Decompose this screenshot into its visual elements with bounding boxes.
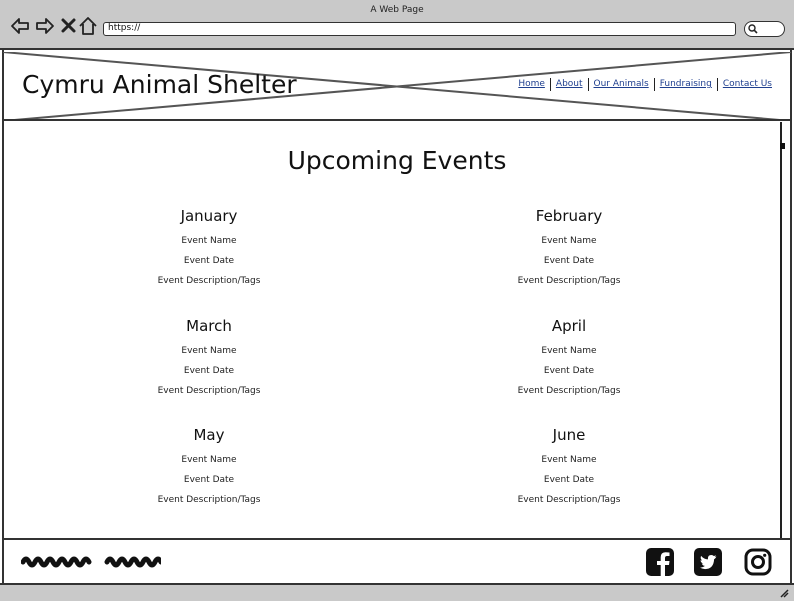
home-button[interactable] xyxy=(78,16,98,36)
event-description: Event Description/Tags xyxy=(517,386,621,396)
main-nav: Home About Our Animals Fundraising Conta… xyxy=(513,78,777,91)
event-name: Event Name xyxy=(541,346,597,356)
facebook-icon[interactable] xyxy=(645,547,675,577)
nav-link-contact-us[interactable]: Contact Us xyxy=(716,78,777,91)
event-name: Event Name xyxy=(181,346,237,356)
stop-button[interactable] xyxy=(59,16,79,36)
arrow-left-icon xyxy=(11,18,29,34)
search-icon xyxy=(748,24,758,34)
month-heading: April xyxy=(551,317,587,335)
month-section-march: March Event Name Event Date Event Descri… xyxy=(89,317,329,396)
nav-link-fundraising[interactable]: Fundraising xyxy=(653,78,717,91)
event-date: Event Date xyxy=(543,366,595,376)
resize-grip-icon[interactable] xyxy=(779,588,789,598)
page-title: Upcoming Events xyxy=(287,146,507,175)
browser-search-button[interactable] xyxy=(744,21,785,37)
month-heading: January xyxy=(180,207,238,225)
scrollbar-thumb[interactable] xyxy=(780,143,785,149)
arrow-right-icon xyxy=(36,18,54,34)
site-title: Cymru Animal Shelter xyxy=(22,70,297,99)
month-section-may: May Event Name Event Date Event Descript… xyxy=(89,426,329,505)
month-section-april: April Event Name Event Date Event Descri… xyxy=(449,317,689,396)
nav-link-home[interactable]: Home xyxy=(513,78,550,91)
vertical-scrollbar[interactable] xyxy=(780,122,786,538)
home-icon xyxy=(79,17,97,35)
event-description: Event Description/Tags xyxy=(157,386,261,396)
site-footer xyxy=(3,538,791,582)
nav-link-our-animals[interactable]: Our Animals xyxy=(587,78,654,91)
event-name: Event Name xyxy=(181,236,237,246)
month-section-february: February Event Name Event Date Event Des… xyxy=(449,207,689,286)
browser-status-bar xyxy=(0,583,794,601)
event-date: Event Date xyxy=(183,256,235,266)
event-date: Event Date xyxy=(543,256,595,266)
forward-button[interactable] xyxy=(35,16,55,36)
month-section-june: June Event Name Event Date Event Descrip… xyxy=(449,426,689,505)
close-icon xyxy=(61,18,76,33)
footer-text-scribble xyxy=(21,556,161,568)
month-heading: June xyxy=(552,426,586,444)
event-name: Event Name xyxy=(541,455,597,465)
event-description: Event Description/Tags xyxy=(517,276,621,286)
event-description: Event Description/Tags xyxy=(157,276,261,286)
main-content: Upcoming Events January Event Name Event… xyxy=(4,122,780,538)
nav-link-about[interactable]: About xyxy=(549,78,588,91)
site-header: Cymru Animal Shelter Home About Our Anim… xyxy=(3,52,791,121)
event-description: Event Description/Tags xyxy=(517,495,621,505)
window-title: A Web Page xyxy=(370,5,424,15)
month-heading: March xyxy=(186,317,232,335)
event-name: Event Name xyxy=(541,236,597,246)
event-description: Event Description/Tags xyxy=(157,495,261,505)
instagram-icon[interactable] xyxy=(743,547,773,577)
month-heading: February xyxy=(535,207,603,225)
event-date: Event Date xyxy=(183,366,235,376)
url-bar[interactable]: https:// xyxy=(103,22,736,36)
month-section-january: January Event Name Event Date Event Desc… xyxy=(89,207,329,286)
browser-chrome: A Web Page https:// xyxy=(0,0,794,50)
twitter-icon[interactable] xyxy=(693,547,723,577)
event-name: Event Name xyxy=(181,455,237,465)
event-date: Event Date xyxy=(183,475,235,485)
month-heading: May xyxy=(193,426,225,444)
back-button[interactable] xyxy=(10,16,30,36)
event-date: Event Date xyxy=(543,475,595,485)
